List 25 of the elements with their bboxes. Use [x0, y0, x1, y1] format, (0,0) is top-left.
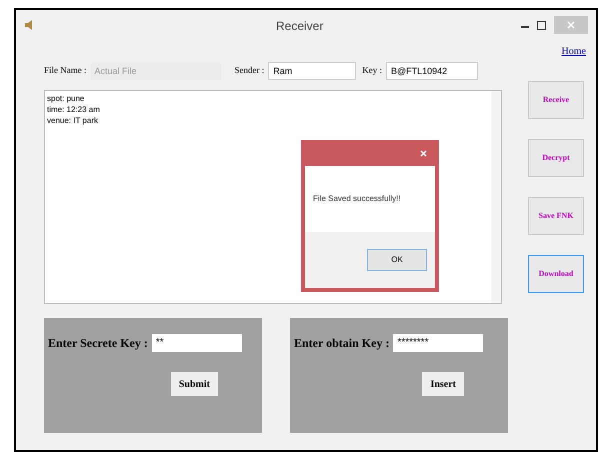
close-icon	[567, 21, 575, 29]
side-button[interactable]: Decrypt	[528, 139, 584, 177]
panel-button[interactable]: Submit	[170, 372, 218, 396]
field-label: File Name :	[44, 64, 86, 78]
key-input[interactable]: **	[152, 334, 242, 352]
ok-button[interactable]: OK	[367, 249, 427, 271]
side-button[interactable]: Receive	[528, 81, 584, 119]
key-field[interactable]: B@FTL10942	[386, 62, 478, 80]
panel-button[interactable]: Insert	[422, 372, 464, 396]
field-label: Key :	[362, 64, 382, 78]
maximize-icon[interactable]	[537, 20, 546, 30]
message-line: venue: IT park	[47, 115, 99, 126]
sender-field[interactable]: Ram	[268, 62, 356, 80]
home-link[interactable]: Home	[562, 44, 586, 59]
field-label: Sender :	[234, 64, 264, 78]
message-line: time: 12:23 am	[47, 104, 101, 115]
message-line: spot: pune	[47, 93, 86, 104]
key-label: Enter obtain Key :	[294, 335, 390, 352]
key-input[interactable]: ********	[393, 334, 484, 352]
close-icon[interactable]	[420, 150, 427, 156]
key-label: Enter Secrete Key :	[48, 335, 148, 352]
side-button[interactable]: Download	[528, 255, 584, 293]
dialog-message: File Saved successfully!!	[313, 193, 401, 205]
side-button[interactable]: Save FNK	[528, 197, 584, 235]
window-title: Receiver	[276, 18, 324, 35]
